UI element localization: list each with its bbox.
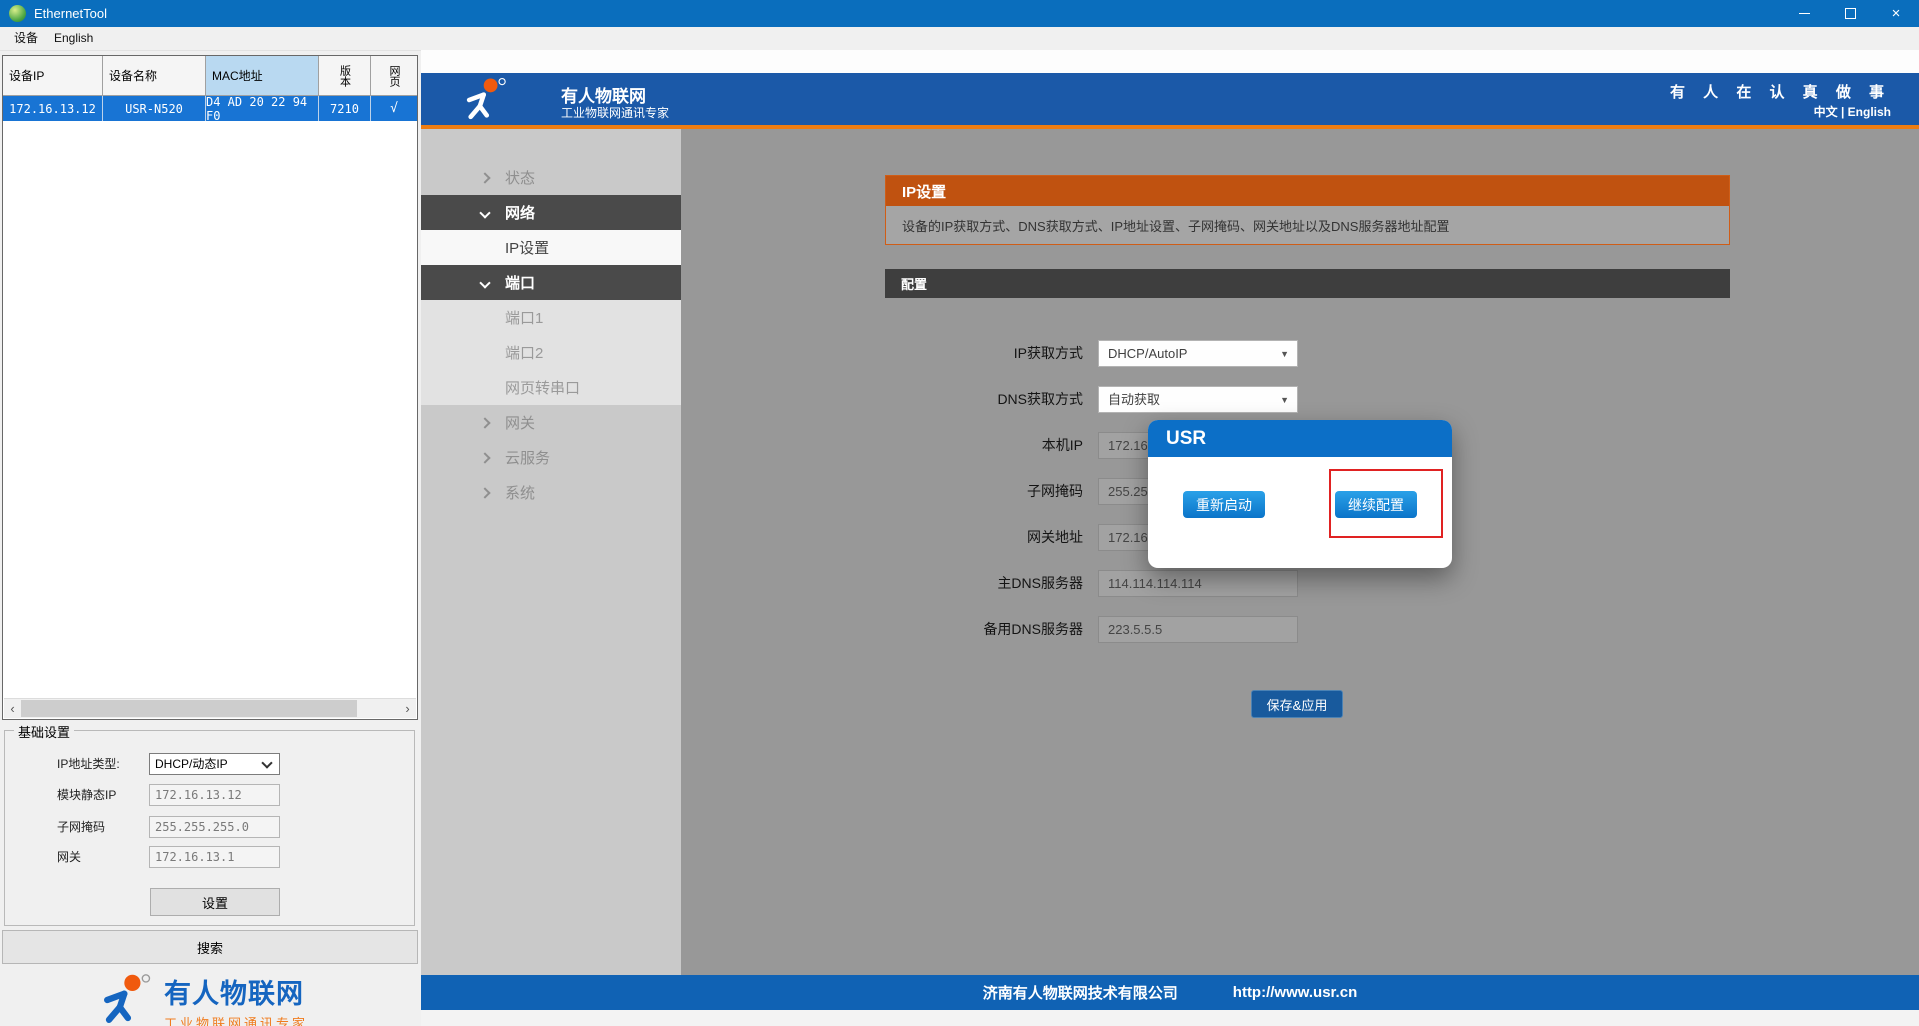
column-header-device-name[interactable]: 设备名称 — [103, 56, 206, 96]
dns-mode-select[interactable]: 自动获取 ▼ — [1098, 386, 1298, 413]
close-icon: × — [1892, 6, 1901, 21]
dropdown-arrow-icon: ▼ — [1280, 388, 1289, 413]
column-header-device-ip[interactable]: 设备IP — [3, 56, 103, 96]
secondary-dns-input: 223.5.5.5 — [1098, 616, 1298, 643]
web-header-person-icon — [463, 77, 509, 123]
language-switch-link[interactable]: 中文 | English — [1814, 103, 1891, 120]
primary-dns-input: 114.114.114.114 — [1098, 570, 1298, 597]
minimize-icon — [1799, 13, 1810, 14]
column-header-webpage[interactable]: 网页 — [371, 56, 417, 96]
footer-company: 济南有人物联网技术有限公司 — [983, 982, 1178, 1003]
device-version-cell: 7210 — [319, 96, 371, 121]
ip-mode-label: IP获取方式 — [813, 340, 1083, 367]
ip-type-label: IP地址类型: — [57, 753, 120, 775]
restart-button[interactable]: 重新启动 — [1183, 491, 1265, 518]
gateway-address-label: 网关地址 — [813, 524, 1083, 551]
static-ip-input: 172.16.13.12 — [149, 784, 280, 806]
web-header-motto: 有 人 在 认 真 做 事 — [1670, 81, 1891, 102]
close-button[interactable]: × — [1873, 0, 1919, 27]
chevron-down-icon — [481, 274, 489, 292]
set-button[interactable]: 设置 — [150, 888, 280, 916]
gateway-input: 172.16.13.1 — [149, 846, 280, 868]
menu-bar: 设备 English — [0, 27, 1919, 51]
minimize-button[interactable] — [1781, 0, 1827, 27]
chevron-down-icon — [261, 757, 272, 768]
menu-device[interactable]: 设备 — [8, 27, 44, 50]
page-description: 设备的IP获取方式、DNS获取方式、IP地址设置、子网掩码、网关地址以及DNS服… — [886, 206, 1729, 244]
basic-settings-legend: 基础设置 — [14, 722, 74, 741]
subnet-input: 255.255.255.0 — [149, 816, 280, 838]
usr-dialog: USR 重新启动 继续配置 — [1148, 420, 1452, 568]
scroll-left-icon[interactable]: ‹ — [4, 699, 21, 718]
web-top-strip — [421, 50, 1919, 73]
sidebar-item-gateway[interactable]: 网关 — [421, 405, 681, 440]
sidebar-item-port1[interactable]: 端口1 — [421, 300, 681, 335]
chevron-down-icon — [481, 204, 489, 222]
logo-slogan-text: 工业物联网通讯专家 — [164, 1013, 308, 1026]
sidebar-item-port[interactable]: 端口 — [421, 265, 681, 300]
scrollbar-thumb[interactable] — [21, 700, 357, 717]
logo-brand-text: 有人物联网 — [164, 972, 308, 1011]
ethernet-tool-window: EthernetTool × 设备 English 设备IP 设备名称 MAC地… — [0, 0, 1919, 1026]
gateway-label: 网关 — [57, 846, 81, 868]
config-section-header: 配置 — [885, 269, 1730, 298]
dialog-title: USR — [1148, 420, 1452, 457]
subnet-label: 子网掩码 — [57, 816, 105, 838]
column-header-version[interactable]: 版本 — [319, 56, 371, 96]
local-ip-label: 本机IP — [813, 432, 1083, 459]
sidebar-item-system[interactable]: 系统 — [421, 475, 681, 510]
device-mac-cell: D4 AD 20 22 94 F0 — [206, 96, 319, 121]
device-web-link[interactable]: √ — [371, 96, 417, 121]
app-icon — [9, 5, 26, 22]
column-header-mac[interactable]: MAC地址 — [206, 56, 319, 96]
device-row[interactable]: 172.16.13.12 USR-N520 D4 AD 20 22 94 F0 … — [3, 96, 417, 121]
sidebar-item-network[interactable]: 网络 — [421, 195, 681, 230]
footer-url-link[interactable]: http://www.usr.cn — [1233, 984, 1357, 1001]
sidebar-item-web-to-serial[interactable]: 网页转串口 — [421, 370, 681, 405]
restore-button[interactable] — [1827, 0, 1873, 27]
sidebar-item-ip-settings[interactable]: IP设置 — [421, 230, 681, 265]
save-apply-button[interactable]: 保存&应用 — [1251, 690, 1343, 718]
device-name-cell: USR-N520 — [103, 96, 206, 121]
page-title: IP设置 — [886, 176, 1729, 206]
ip-mode-select[interactable]: DHCP/AutoIP ▼ — [1098, 340, 1298, 367]
table-horizontal-scrollbar[interactable]: ‹ › — [4, 698, 416, 718]
sidebar-item-cloud[interactable]: 云服务 — [421, 440, 681, 475]
subnet-mask-label: 子网掩码 — [813, 478, 1083, 505]
secondary-dns-label: 备用DNS服务器 — [813, 616, 1083, 643]
window-title: EthernetTool — [34, 0, 107, 27]
dropdown-arrow-icon: ▼ — [1280, 342, 1289, 367]
ip-type-select[interactable]: DHCP/动态IP — [149, 753, 280, 775]
restore-icon — [1845, 8, 1856, 19]
web-footer: 济南有人物联网技术有限公司 http://www.usr.cn — [421, 975, 1919, 1010]
primary-dns-label: 主DNS服务器 — [813, 570, 1083, 597]
device-table: 设备IP 设备名称 MAC地址 版本 网页 172.16.13.12 USR-N… — [2, 55, 418, 720]
chevron-right-icon — [481, 414, 489, 432]
chevron-right-icon — [481, 484, 489, 502]
search-button[interactable]: 搜索 — [2, 930, 418, 964]
chevron-right-icon — [481, 169, 489, 187]
footer-bottom-strip — [421, 1010, 1919, 1026]
static-ip-label: 模块静态IP — [57, 784, 116, 806]
device-ip-cell: 172.16.13.12 — [3, 96, 103, 121]
web-header: 有人物联网 工业物联网通讯专家 有 人 在 认 真 做 事 中文 | Engli… — [421, 73, 1919, 125]
web-sidebar: 状态 网络 IP设置 端口 端口1 端口2 网页转串口 网关 云服务 — [421, 129, 681, 975]
web-header-slogan: 工业物联网通讯专家 — [561, 104, 669, 121]
ip-settings-panel: IP设置 设备的IP获取方式、DNS获取方式、IP地址设置、子网掩码、网关地址以… — [885, 175, 1730, 245]
chevron-right-icon — [481, 449, 489, 467]
sidebar-item-status[interactable]: 状态 — [421, 160, 681, 195]
sidebar-item-port2[interactable]: 端口2 — [421, 335, 681, 370]
usr-person-icon — [100, 972, 154, 1026]
continue-config-button[interactable]: 继续配置 — [1335, 491, 1417, 518]
dns-mode-label: DNS获取方式 — [813, 386, 1083, 413]
scroll-right-icon[interactable]: › — [399, 699, 416, 718]
title-bar: EthernetTool × — [0, 0, 1919, 27]
menu-english[interactable]: English — [48, 27, 99, 50]
usr-logo: 有人物联网 工业物联网通讯专家 — [100, 972, 308, 1026]
